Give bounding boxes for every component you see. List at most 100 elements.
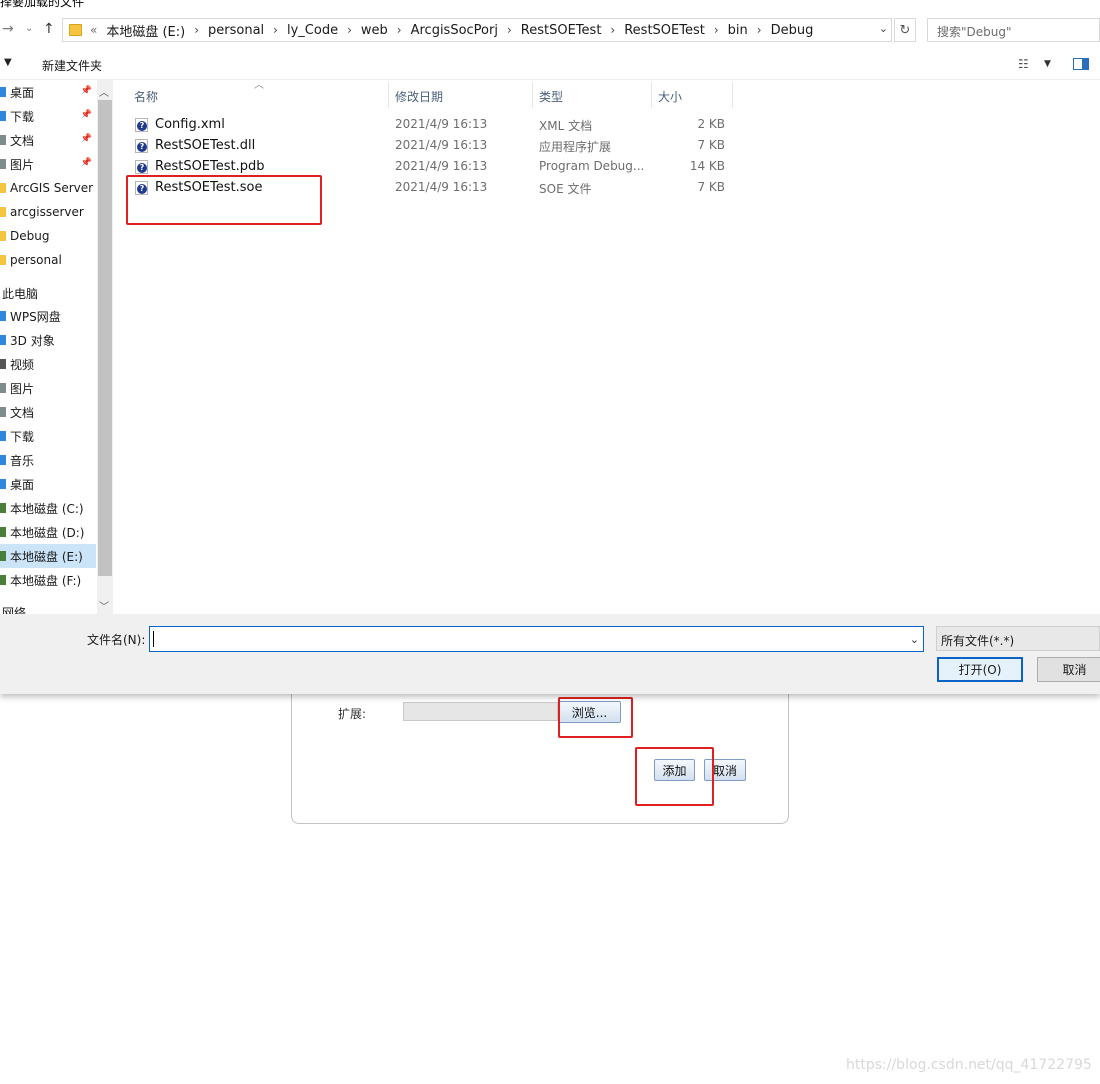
file-type-select[interactable]: 所有文件(*.*) — [936, 626, 1100, 651]
dropdown-arrow-icon[interactable]: ⌄ — [25, 23, 33, 34]
column-header-date[interactable]: 修改日期 — [389, 82, 533, 108]
nav-item[interactable]: 本地磁盘 (D:) — [0, 520, 96, 544]
this-pc-section[interactable]: 此电脑 — [2, 285, 38, 302]
breadcrumb-item[interactable]: personal — [208, 23, 264, 38]
file-name: RestSOETest.dll — [155, 138, 256, 153]
dialog-cancel-button[interactable]: 取消 — [1037, 657, 1100, 682]
breadcrumb-separator-icon[interactable]: › — [714, 23, 719, 37]
add-button[interactable]: 添加 — [654, 759, 695, 781]
open-button[interactable]: 打开(O) — [937, 657, 1023, 682]
breadcrumb-separator-icon[interactable]: › — [507, 23, 512, 37]
breadcrumb-overflow[interactable]: « — [90, 23, 97, 37]
breadcrumb: 本地磁盘 (E:) › personal › ly_Code › web › ArcgisSoc… — [106, 21, 813, 40]
nav-item[interactable]: 下载 — [0, 424, 96, 448]
file-size: 7 KB — [697, 180, 725, 194]
breadcrumb-item[interactable]: ArcgisSocPorj — [411, 23, 498, 38]
file-type: XML 文档 — [539, 119, 593, 133]
nav-item[interactable]: 本地磁盘 (F:) — [0, 568, 96, 592]
chevron-down-icon[interactable]: ⌄ — [879, 22, 888, 35]
breadcrumb-separator-icon[interactable]: › — [273, 23, 278, 37]
desktop-icon — [0, 87, 6, 97]
open-file-dialog: 择要加载的文件 → ⌄ ↑ « 本地磁盘 (E:) › personal › ly_Co… — [0, 0, 1100, 694]
nav-item[interactable]: 视频 — [0, 352, 96, 376]
nav-item[interactable]: 3D 对象 — [0, 328, 96, 352]
file-row[interactable]: Config.xml 2021/4/9 16:13 XML 文档 2 KB — [130, 114, 730, 135]
nav-item[interactable]: 桌面 📌 — [0, 80, 96, 104]
file-row[interactable]: RestSOETest.soe 2021/4/9 16:13 SOE 文件 7 KB — [130, 177, 730, 198]
breadcrumb-item[interactable]: 本地磁盘 (E:) — [106, 21, 185, 40]
nav-item[interactable]: Debug — [0, 224, 96, 248]
file-row[interactable]: RestSOETest.pdb 2021/4/9 16:13 Program Deb… — [130, 156, 730, 177]
file-date: 2021/4/9 16:13 — [395, 180, 488, 194]
view-dropdown-icon[interactable]: ▼ — [1044, 59, 1051, 69]
column-header-name[interactable]: 名称 — [128, 82, 389, 108]
scroll-down-icon[interactable]: ﹀ — [99, 598, 109, 613]
nav-item[interactable]: 本地磁盘 (E:) — [0, 544, 96, 568]
refresh-icon[interactable]: ↻ — [894, 18, 916, 42]
filename-input[interactable]: ⌄ — [149, 626, 924, 652]
view-mode-icon[interactable]: ☷ — [1018, 57, 1029, 71]
preview-pane-icon[interactable] — [1073, 58, 1089, 70]
drive-icon — [0, 575, 6, 585]
nav-item[interactable]: ArcGIS Server — [0, 176, 96, 200]
picture-icon — [0, 383, 6, 393]
extension-file-field[interactable] — [403, 702, 558, 721]
nav-item[interactable]: arcgisserver — [0, 200, 96, 224]
forward-arrow-icon[interactable]: → — [2, 21, 14, 37]
nav-item[interactable]: personal — [0, 248, 96, 272]
music-icon — [0, 455, 6, 465]
search-input[interactable]: 搜索"Debug" — [927, 18, 1100, 42]
nav-item-label: ArcGIS Server — [10, 181, 94, 195]
nav-item[interactable]: 音乐 — [0, 448, 96, 472]
column-header-type[interactable]: 类型 — [533, 82, 652, 108]
breadcrumb-item[interactable]: ly_Code — [287, 23, 338, 38]
file-name: RestSOETest.soe — [155, 180, 263, 195]
breadcrumb-item[interactable]: RestSOETest — [624, 23, 705, 38]
network-section[interactable]: 网络 — [2, 604, 26, 614]
browse-button[interactable]: 浏览... — [558, 701, 621, 723]
drive-icon — [0, 503, 6, 513]
nav-item[interactable]: 文档 📌 — [0, 128, 96, 152]
nav-item[interactable]: 图片 📌 — [0, 152, 96, 176]
nav-item[interactable]: 下载 📌 — [0, 104, 96, 128]
file-name: RestSOETest.pdb — [155, 159, 265, 174]
cloud-icon — [0, 311, 6, 321]
breadcrumb-item[interactable]: bin — [728, 23, 748, 38]
scroll-up-icon[interactable]: ︿ — [99, 84, 109, 99]
up-arrow-icon[interactable]: ↑ — [43, 21, 55, 37]
address-bar[interactable]: « 本地磁盘 (E:) › personal › ly_Code › web › ArcgisS… — [62, 18, 892, 42]
file-name: Config.xml — [155, 117, 225, 132]
nav-item-label: 下载 — [10, 109, 35, 124]
nav-item[interactable]: 本地磁盘 (C:) — [0, 496, 96, 520]
breadcrumb-item[interactable]: RestSOETest — [521, 23, 602, 38]
file-icon — [135, 181, 148, 195]
column-header-size[interactable]: 大小 — [652, 82, 733, 108]
breadcrumb-item[interactable]: web — [361, 23, 388, 38]
breadcrumb-separator-icon[interactable]: › — [610, 23, 615, 37]
nav-item[interactable]: 图片 — [0, 376, 96, 400]
scroll-thumb[interactable] — [98, 100, 112, 576]
nav-item[interactable]: 桌面 — [0, 472, 96, 496]
breadcrumb-separator-icon[interactable]: › — [347, 23, 352, 37]
nav-item-label: 文档 — [10, 133, 35, 148]
organize-dropdown-icon[interactable]: ▼ — [4, 57, 12, 68]
breadcrumb-item[interactable]: Debug — [771, 23, 814, 38]
breadcrumb-separator-icon[interactable]: › — [397, 23, 402, 37]
file-row[interactable]: RestSOETest.dll 2021/4/9 16:13 应用程序扩展 7 KB — [130, 135, 730, 156]
breadcrumb-separator-icon[interactable]: › — [757, 23, 762, 37]
breadcrumb-separator-icon[interactable]: › — [194, 23, 199, 37]
folder-icon — [0, 207, 6, 217]
nav-item[interactable]: WPS网盘 — [0, 304, 96, 328]
nav-item[interactable]: 文档 — [0, 400, 96, 424]
cancel-button[interactable]: 取消 — [704, 759, 746, 781]
nav-item-label: 桌面 — [10, 477, 35, 492]
new-folder-button[interactable]: 新建文件夹 — [42, 57, 102, 74]
chevron-down-icon[interactable]: ⌄ — [910, 633, 919, 646]
desktop-icon — [0, 479, 6, 489]
nav-scrollbar[interactable]: ︿ ﹀ — [97, 80, 113, 614]
nav-item-label: 图片 — [10, 381, 35, 396]
nav-item-label: 3D 对象 — [10, 333, 55, 348]
nav-item-label: 视频 — [10, 357, 35, 372]
folder-icon — [0, 231, 6, 241]
nav-item-label: personal — [10, 253, 62, 267]
